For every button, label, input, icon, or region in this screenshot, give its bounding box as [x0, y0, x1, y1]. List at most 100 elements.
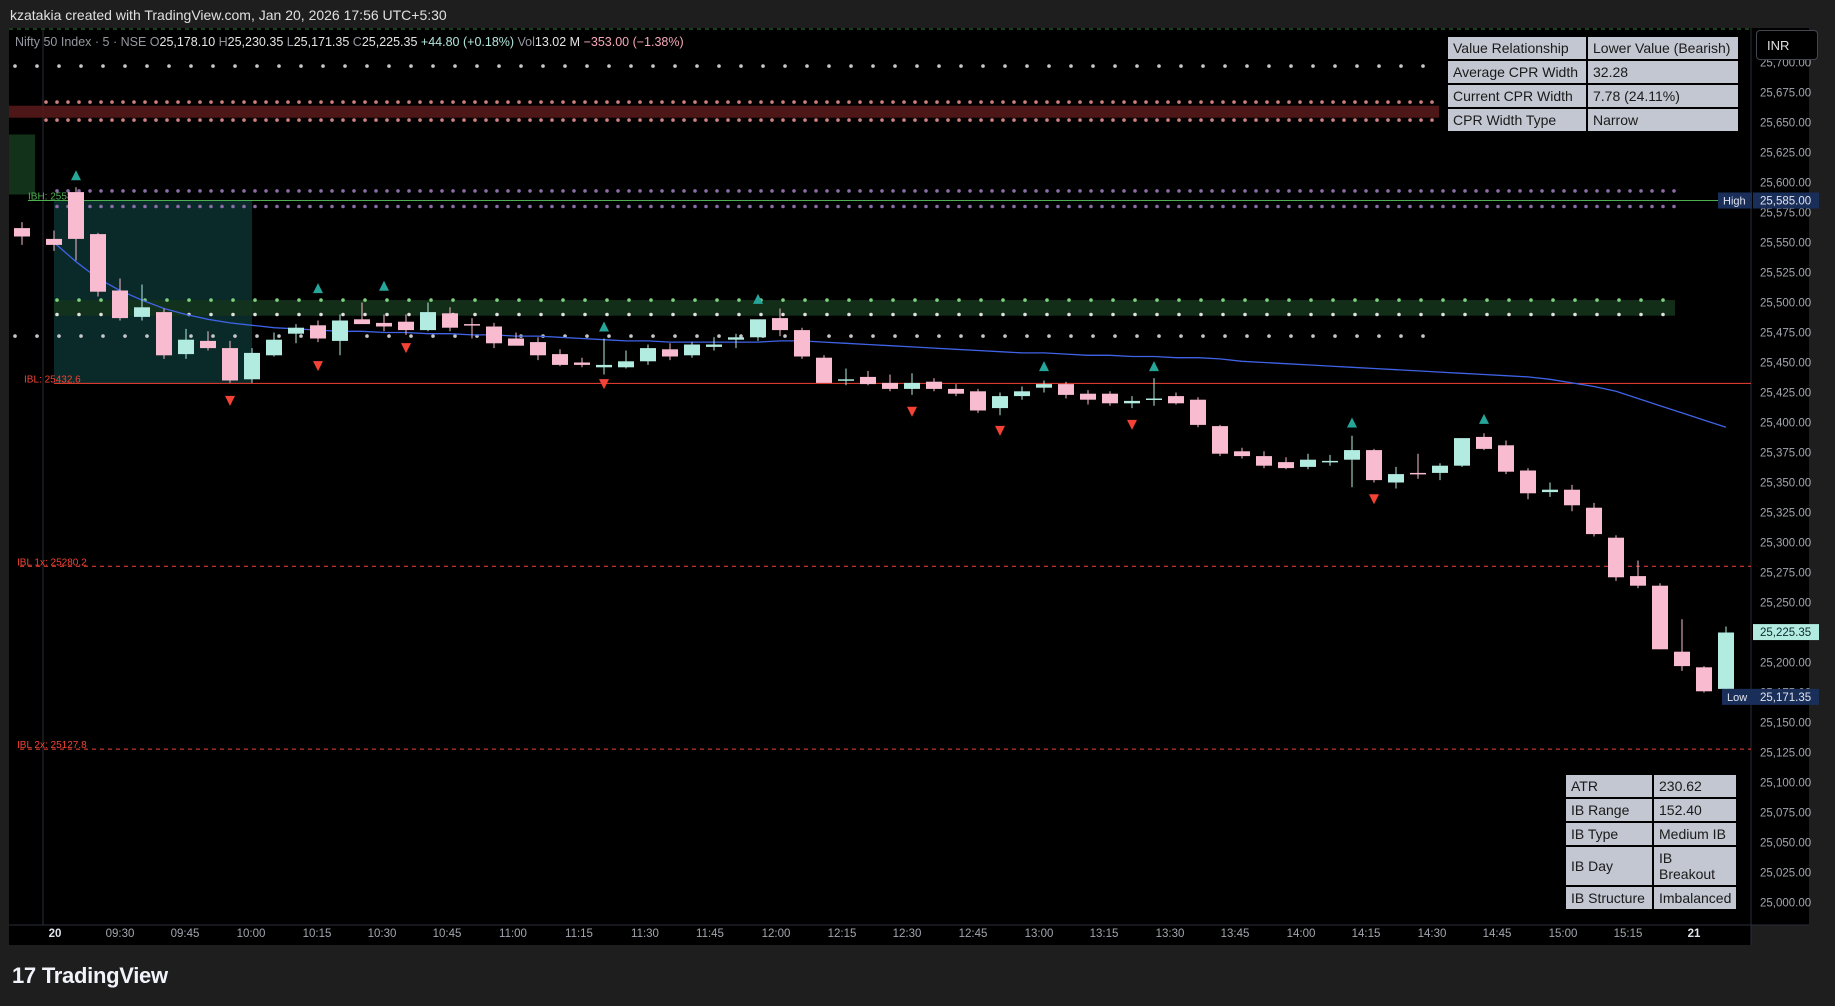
candle-body [794, 330, 810, 357]
level-dot [220, 189, 224, 193]
level-dot [1331, 100, 1335, 104]
level-dot [869, 100, 873, 104]
level-dot [110, 204, 114, 209]
level-dot [497, 64, 501, 68]
level-dot [495, 298, 499, 302]
level-dot [418, 100, 422, 104]
level-dot [35, 334, 39, 338]
level-dot [1551, 189, 1555, 193]
tradingview-logo[interactable]: 17 TradingView [12, 963, 168, 989]
level-dot [495, 189, 499, 193]
price-tick-label: 25,250.00 [1760, 598, 1811, 610]
level-dot [759, 312, 763, 317]
level-dot [1463, 298, 1467, 302]
candle-body [1190, 399, 1206, 425]
level-dot [869, 204, 873, 209]
candle-body [178, 339, 194, 355]
level-dot [550, 189, 554, 193]
level-dot [1003, 64, 1007, 68]
level-dot [365, 64, 369, 68]
level-dot [1364, 118, 1368, 122]
level-dot [759, 204, 763, 209]
candle-body [1476, 436, 1492, 449]
level-dot [924, 204, 928, 209]
level-dot [550, 118, 554, 122]
level-dot [1639, 298, 1643, 302]
level-dot [220, 204, 224, 209]
level-dot [660, 100, 664, 104]
level-dot [1353, 204, 1357, 209]
level-dot [1111, 298, 1115, 302]
chart-canvas[interactable]: IBH: 25585IBL: 25432.6IBL 1x: 25280.2IBL… [0, 0, 1835, 950]
level-dot [651, 334, 655, 338]
level-dot [220, 100, 224, 104]
level-dot [957, 118, 961, 122]
level-dot [1408, 100, 1412, 104]
level-dot [101, 64, 105, 68]
level-dot [1232, 204, 1236, 209]
level-dot [1045, 118, 1049, 122]
candle-body [310, 325, 326, 339]
level-dot [783, 64, 787, 68]
candle-body [1454, 438, 1470, 466]
last-price-tag-value: 25,225.35 [1760, 627, 1811, 639]
level-dot [99, 298, 103, 302]
level-dot [869, 298, 873, 302]
level-dot [253, 298, 257, 302]
level-dot [1232, 100, 1236, 104]
level-dot [594, 189, 598, 193]
level-dot [1342, 100, 1346, 104]
level-dot [1023, 312, 1027, 317]
level-dot [781, 100, 785, 104]
level-dot [308, 189, 312, 193]
level-dot [123, 334, 127, 338]
level-dot [737, 100, 741, 104]
level-dot [1540, 189, 1544, 193]
level-dot [671, 189, 675, 193]
candle-body [1696, 667, 1712, 692]
level-dot [1111, 312, 1115, 317]
time-tick-label: 13:45 [1221, 928, 1250, 940]
level-dot [1133, 312, 1137, 317]
level-dot [407, 204, 411, 209]
level-dot [1333, 64, 1337, 68]
level-dot [211, 64, 215, 68]
level-dot [1245, 64, 1249, 68]
level-dot [748, 204, 752, 209]
candle-body [1234, 451, 1250, 457]
level-dot [748, 189, 752, 193]
level-dot [255, 334, 259, 338]
level-dot [660, 118, 664, 122]
level-dot [946, 100, 950, 104]
legend-low-label: L [286, 35, 294, 49]
level-dot [726, 100, 730, 104]
level-dot [1012, 100, 1016, 104]
level-dot [297, 100, 301, 104]
level-dot [99, 118, 103, 122]
level-dot [1199, 298, 1203, 302]
legend-open-label: O [149, 35, 160, 49]
currency-button[interactable]: INR [1756, 30, 1818, 60]
level-dot [1100, 100, 1104, 104]
price-tick-label: 25,625.00 [1760, 148, 1811, 160]
level-dot [704, 100, 708, 104]
price-tick-label: 25,200.00 [1760, 658, 1811, 670]
price-tick-label: 25,375.00 [1760, 448, 1811, 460]
level-dot [187, 100, 191, 104]
candle [1212, 424, 1228, 457]
level-dot [704, 189, 708, 193]
level-dot [792, 204, 796, 209]
legend-symbol[interactable]: Nifty 50 Index · 5 · NSE [15, 35, 146, 49]
level-dot [825, 204, 829, 209]
level-dot [165, 189, 169, 193]
level-dot [385, 298, 389, 302]
time-tick-label: 14:45 [1483, 928, 1512, 940]
candle-body [508, 338, 524, 346]
level-dot [1276, 118, 1280, 122]
level-dot [429, 118, 433, 122]
candle-body [838, 379, 854, 381]
table-row: IB Day IB Breakout [1566, 847, 1737, 885]
level-dot [1188, 204, 1192, 209]
level-dot [717, 64, 721, 68]
level-dot [1078, 204, 1082, 209]
